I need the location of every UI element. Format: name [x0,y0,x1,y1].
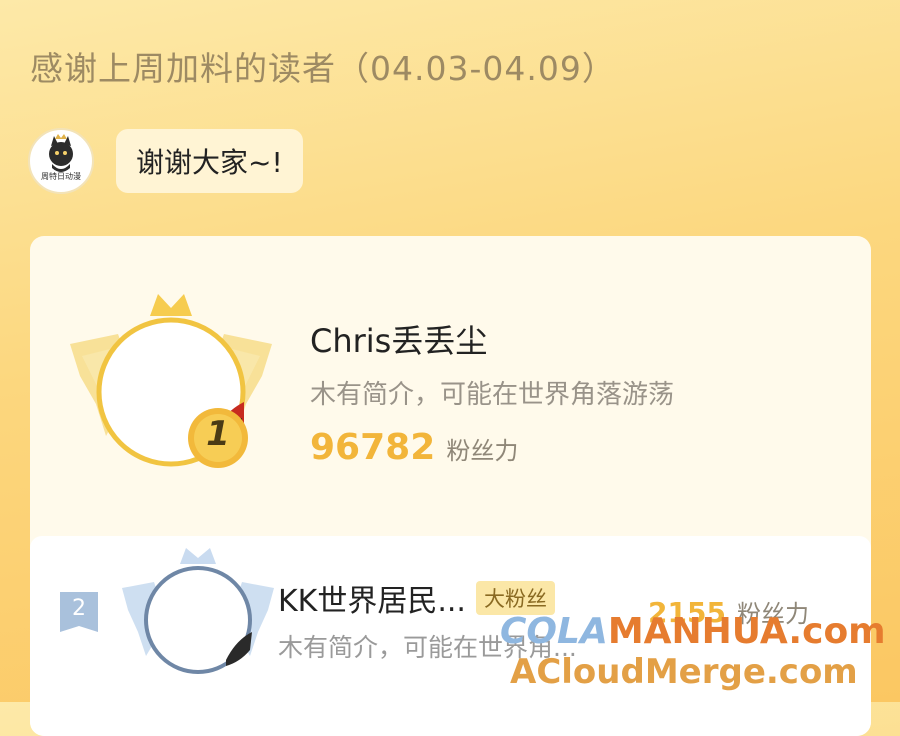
rank-1-score-row: 96782 粉丝力 [310,427,674,468]
rank-item-2[interactable]: 2 KK世界居民... 大粉丝 木有简介，可能在世界角... 2155 粉丝力 [30,536,871,736]
page-title: 感谢上周加料的读者（04.03-04.09） [30,49,616,88]
fan-level-badge: 大粉丝 [475,581,555,615]
rank-2-name-row: KK世界居民... 大粉丝 [278,576,577,620]
rank-2-score: 2155 [648,596,726,629]
silver-crown-wings-frame-icon [118,544,278,688]
cat-logo-icon [49,134,73,172]
host-avatar-label: 周特日动漫 [41,172,81,181]
rank-1-number: 1 [206,414,230,454]
rank-1-name[interactable]: Chris丢丢尘 [310,316,674,362]
rank-1-info: Chris丢丢尘 木有简介，可能在世界角落游荡 96782 粉丝力 [310,316,674,468]
rank-item-1[interactable]: 1 Chris丢丢尘 木有简介，可能在世界角落游荡 96782 粉丝力 [30,236,871,536]
rank-2-score-unit: 粉丝力 [737,600,810,628]
rank-1-score: 96782 [310,427,436,468]
greeting-bubble: 谢谢大家~! [116,129,303,193]
rank-2-score-row: 2155 粉丝力 [648,594,809,629]
greeting-row: 周特日动漫 谢谢大家~! [28,128,303,194]
rank-1-bio: 木有简介，可能在世界角落游荡 [310,380,675,410]
gold-crown-wings-frame-icon: 1 [66,286,276,490]
rank-2-info: KK世界居民... 大粉丝 木有简介，可能在世界角... [278,576,577,664]
silver-ribbon-badge-icon: 2 [60,592,98,632]
rank-1-score-unit: 粉丝力 [446,437,519,465]
ranking-card: 1 Chris丢丢尘 木有简介，可能在世界角落游荡 96782 粉丝力 2 KK [30,236,871,736]
rank-2-name[interactable]: KK世界居民... [278,576,466,620]
rank-2-bio: 木有简介，可能在世界角... [278,633,577,662]
host-avatar[interactable]: 周特日动漫 [28,128,94,194]
